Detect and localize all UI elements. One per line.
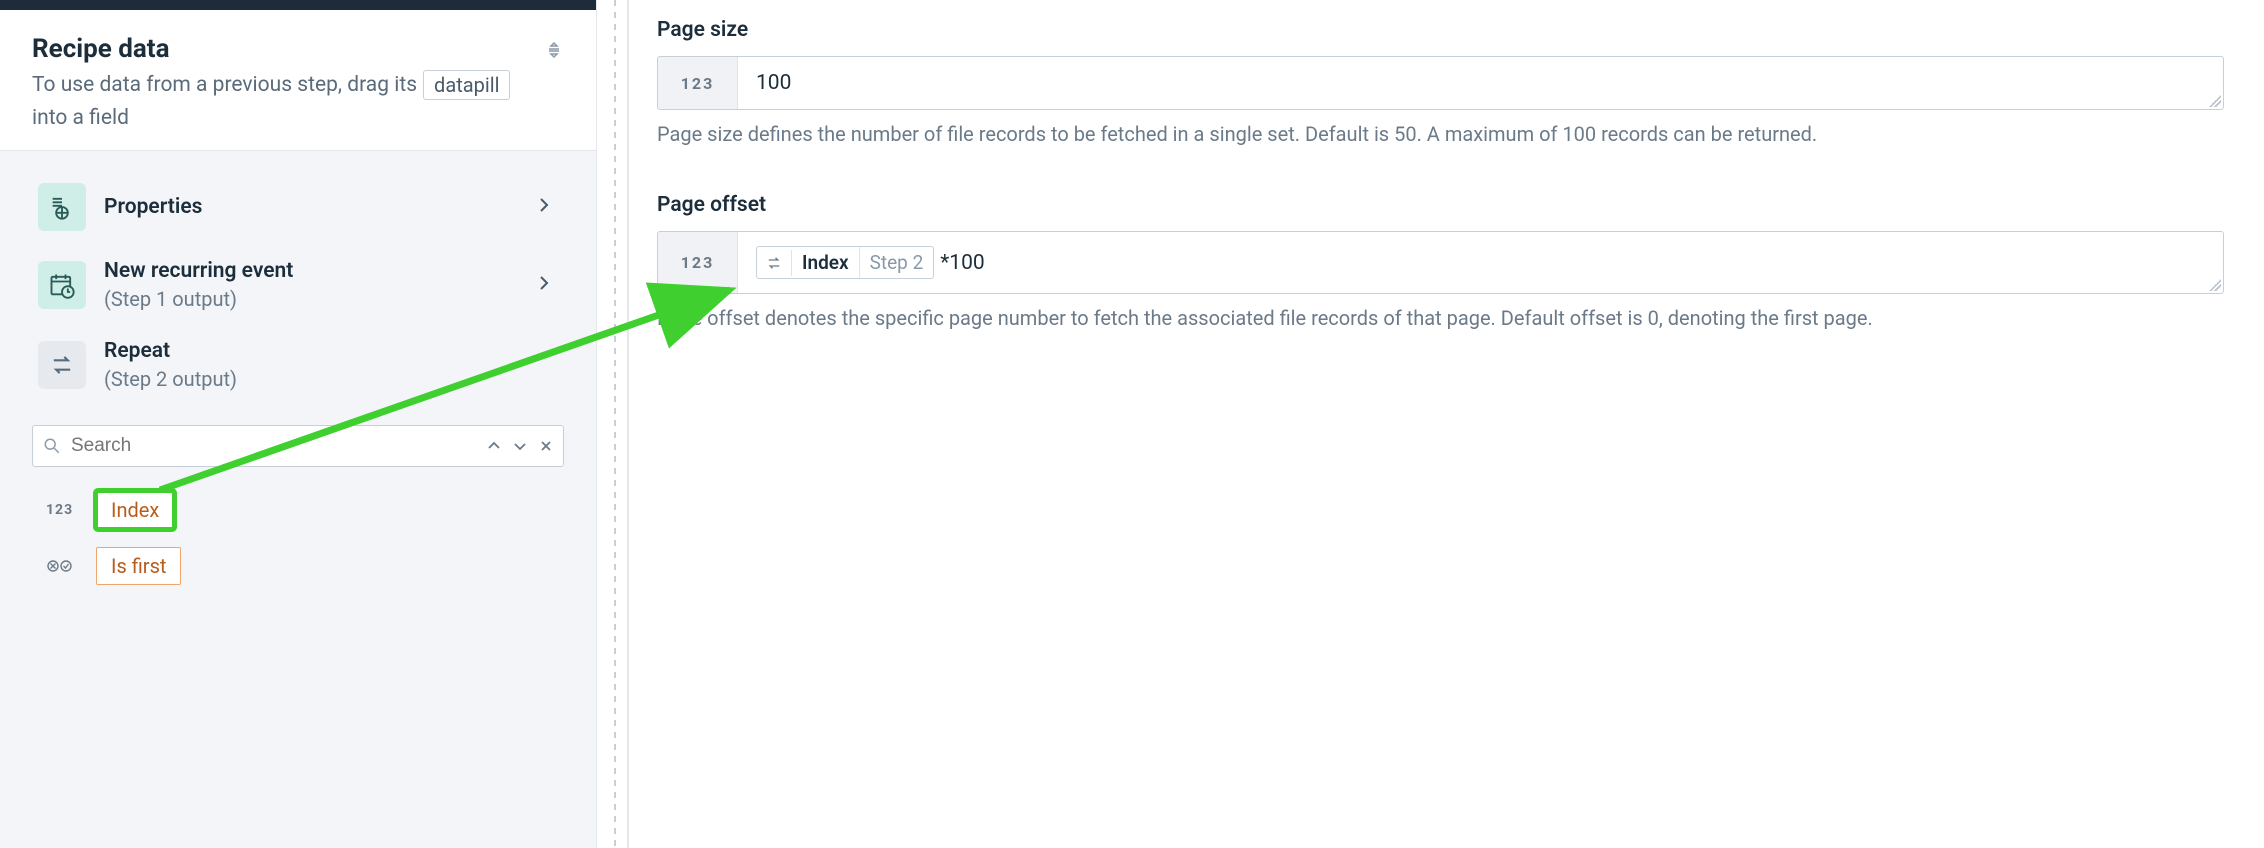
search-input[interactable] bbox=[71, 435, 477, 457]
window-top-bar bbox=[0, 0, 596, 10]
pill-step: Step 2 bbox=[859, 247, 934, 278]
datapill-index[interactable]: Index bbox=[96, 491, 174, 529]
step-subtitle: (Step 1 output) bbox=[104, 287, 520, 311]
datapill-is-first[interactable]: Is first bbox=[96, 547, 181, 585]
field-page-size: Page size 123 100 Page size defines the … bbox=[657, 18, 2224, 149]
repeat-icon bbox=[757, 250, 792, 276]
step-title: Properties bbox=[104, 195, 520, 219]
datapill-token: datapill bbox=[423, 70, 510, 100]
field-help-text: Page offset denotes the specific page nu… bbox=[657, 304, 2224, 333]
step-item-properties[interactable]: Properties bbox=[28, 169, 568, 245]
field-label: Page size bbox=[657, 18, 2224, 42]
number-type-indicator: 123 bbox=[658, 57, 738, 109]
list-item: 123 Index bbox=[46, 491, 550, 529]
calendar-clock-icon bbox=[38, 261, 86, 309]
repeat-icon bbox=[38, 341, 86, 389]
number-type-indicator: 123 bbox=[658, 232, 738, 293]
field-page-offset: Page offset 123 Index Step 2 *100 Page o… bbox=[657, 193, 2224, 333]
chevron-right-icon bbox=[538, 195, 558, 220]
clear-search-icon[interactable] bbox=[539, 439, 553, 453]
prev-result-icon[interactable] bbox=[487, 439, 501, 453]
field-label: Page offset bbox=[657, 193, 2224, 217]
splitter[interactable] bbox=[597, 0, 633, 848]
number-type-icon: 123 bbox=[46, 502, 82, 518]
field-text-suffix: *100 bbox=[940, 251, 984, 275]
panel-body: Properties New recurring event (Step 1 o… bbox=[0, 151, 596, 613]
splitter-dashed-line bbox=[614, 0, 616, 848]
drag-handle-icon[interactable] bbox=[544, 40, 564, 60]
field-input[interactable]: 123 Index Step 2 *100 bbox=[657, 231, 2224, 294]
field-text-value: 100 bbox=[756, 71, 791, 95]
step-item-recurring-event[interactable]: New recurring event (Step 1 output) bbox=[28, 245, 568, 325]
search-bar[interactable] bbox=[32, 425, 564, 467]
step-title: New recurring event bbox=[104, 259, 520, 283]
next-result-icon[interactable] bbox=[513, 439, 527, 453]
resize-grip-icon[interactable] bbox=[2209, 95, 2221, 107]
inline-datapill-index[interactable]: Index Step 2 bbox=[756, 246, 934, 279]
form-panel: Page size 123 100 Page size defines the … bbox=[633, 0, 2264, 848]
field-input[interactable]: 123 100 bbox=[657, 56, 2224, 110]
field-help-text: Page size defines the number of file rec… bbox=[657, 120, 2224, 149]
splitter-border bbox=[627, 0, 629, 848]
field-value[interactable]: 100 bbox=[738, 57, 2223, 109]
subtitle-text-post: into a field bbox=[32, 106, 129, 130]
search-icon bbox=[43, 437, 61, 455]
boolean-type-icon bbox=[46, 559, 82, 573]
chevron-right-icon bbox=[538, 273, 558, 298]
panel-subtitle: To use data from a previous step, drag i… bbox=[32, 70, 564, 130]
resize-grip-icon[interactable] bbox=[2209, 279, 2221, 291]
panel-header: Recipe data To use data from a previous … bbox=[0, 10, 596, 151]
recipe-data-panel: Recipe data To use data from a previous … bbox=[0, 0, 597, 848]
datapill-list: 123 Index Is first bbox=[28, 491, 568, 585]
list-item: Is first bbox=[46, 547, 550, 585]
step-item-repeat[interactable]: Repeat (Step 2 output) bbox=[28, 325, 568, 405]
panel-title: Recipe data bbox=[32, 34, 564, 64]
step-subtitle: (Step 2 output) bbox=[104, 367, 558, 391]
globe-list-icon bbox=[38, 183, 86, 231]
pill-name: Index bbox=[792, 247, 859, 278]
field-value[interactable]: Index Step 2 *100 bbox=[738, 232, 2223, 293]
subtitle-text-pre: To use data from a previous step, drag i… bbox=[32, 73, 417, 97]
step-title: Repeat bbox=[104, 339, 558, 363]
